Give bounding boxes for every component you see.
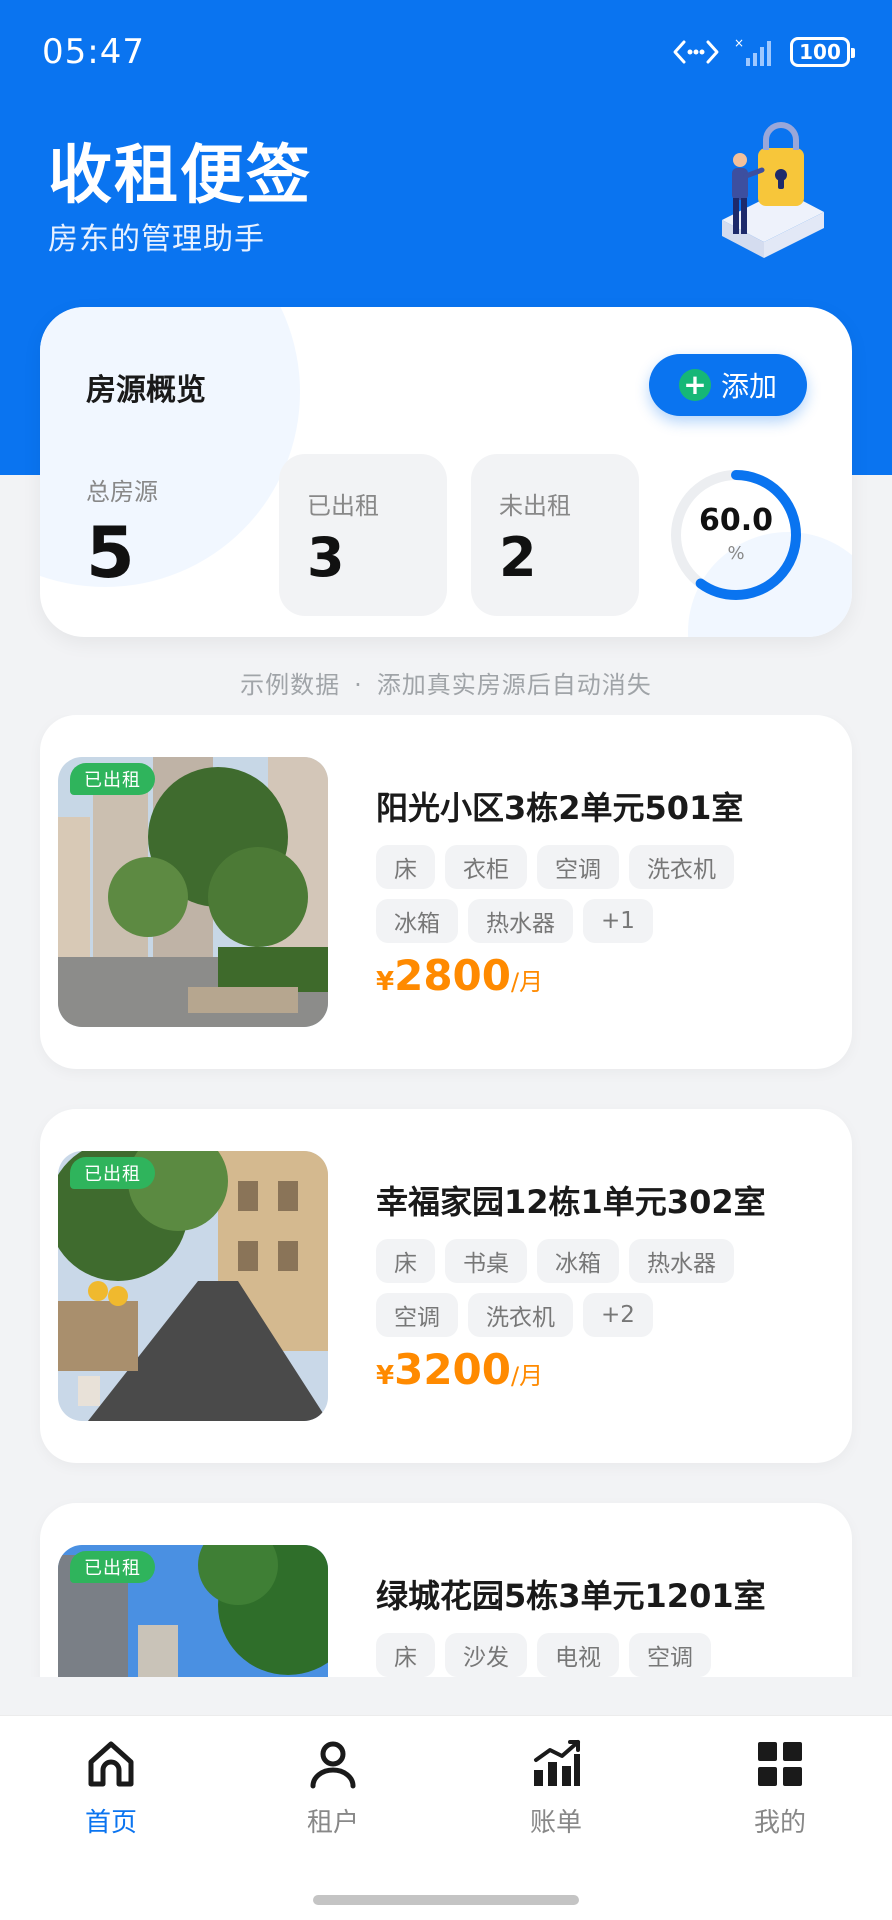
rented-status-badge: 已出租: [70, 763, 155, 795]
amenity-tag: 空调: [537, 845, 619, 889]
price-unit: /月: [511, 968, 544, 996]
tab-bills-label: 账单: [529, 1808, 582, 1838]
property-card[interactable]: 已出租 阳光小区3栋2单元501室 床 衣柜 空调 洗衣机 冰箱 热水器 +1 …: [40, 715, 852, 1069]
price-unit: /月: [511, 1362, 544, 1390]
bar-chart-icon: [534, 1740, 580, 1786]
total-properties-value: 5: [86, 512, 135, 594]
amenity-tag: 热水器: [629, 1239, 734, 1283]
tab-tenants[interactable]: 租户: [253, 1736, 413, 1856]
amenity-tag: 冰箱: [376, 899, 458, 943]
amenity-tag: 床: [376, 1633, 435, 1677]
amenity-tag: 床: [376, 845, 435, 889]
amenity-tag: 沙发: [445, 1633, 527, 1677]
battery-icon: 100: [790, 37, 855, 67]
rented-status-badge: 已出租: [70, 1157, 155, 1189]
tab-home[interactable]: 首页: [31, 1736, 191, 1856]
tab-bills[interactable]: 账单: [476, 1736, 636, 1856]
status-bar: 05:47 × 100: [0, 0, 892, 100]
grid-icon: [758, 1742, 802, 1786]
amenity-tag: 电视: [537, 1633, 619, 1677]
property-card[interactable]: 已出租 绿城花园5栋3单元1201室 床 沙发 电视 空调: [40, 1503, 852, 1677]
sample-note-left: 示例数据: [240, 671, 341, 699]
property-name: 绿城花园5栋3单元1201室: [376, 1577, 766, 1615]
person-icon: [310, 1741, 356, 1789]
amenity-tags: 床 沙发 电视 空调: [376, 1633, 816, 1677]
property-photo: [58, 1151, 328, 1421]
currency-symbol: ¥: [376, 967, 395, 997]
more-amenities-tag: +1: [583, 899, 653, 943]
amenity-tag: 洗衣机: [468, 1293, 573, 1337]
security-lock-illustration-icon: [722, 122, 824, 258]
property-list[interactable]: 已出租 阳光小区3栋2单元501室 床 衣柜 空调 洗衣机 冰箱 热水器 +1 …: [0, 715, 892, 1677]
decorative-circle: [40, 307, 300, 587]
more-amenities-tag: +2: [583, 1293, 653, 1337]
rented-label: 已出租: [307, 492, 379, 520]
rented-status-badge: 已出租: [70, 1551, 155, 1583]
vacant-stat-box[interactable]: 未出租 2: [471, 454, 639, 616]
tab-mine-label: 我的: [753, 1808, 806, 1838]
vacant-label: 未出租: [499, 492, 571, 520]
rented-stat-box[interactable]: 已出租 3: [279, 454, 447, 616]
add-button-label: 添加: [720, 370, 777, 403]
amenity-tag: 衣柜: [445, 845, 527, 889]
price-amount: 3200: [394, 1345, 511, 1394]
rent-price: ¥ 2800 /月: [376, 951, 543, 1000]
tab-home-label: 首页: [84, 1808, 137, 1838]
svg-text:×: ×: [734, 36, 744, 50]
data-transfer-icon: [673, 40, 719, 64]
plus-circle-icon: +: [678, 369, 711, 401]
occupancy-value: 60.0: [698, 503, 774, 538]
overview-card: 房源概览 + 添加 总房源 5 已出租 3 未出租 2 60.0 %: [40, 307, 852, 637]
home-icon: [88, 1741, 134, 1787]
property-name: 幸福家园12栋1单元302室: [376, 1183, 766, 1221]
app-subtitle: 房东的管理助手: [48, 222, 265, 257]
price-amount: 2800: [394, 951, 511, 1000]
vacant-value: 2: [499, 526, 537, 589]
property-name: 阳光小区3栋2单元501室: [376, 789, 744, 827]
amenity-tag: 空调: [629, 1633, 711, 1677]
amenity-tag: 热水器: [468, 899, 573, 943]
amenity-tag: 床: [376, 1239, 435, 1283]
amenity-tags: 床 书桌 冰箱 热水器 空调 洗衣机 +2: [376, 1239, 816, 1337]
bottom-tab-bar: 首页 租户 账单 我的: [0, 1715, 892, 1920]
amenity-tag: 冰箱: [537, 1239, 619, 1283]
property-card[interactable]: 已出租 幸福家园12栋1单元302室 床 书桌 冰箱 热水器 空调 洗衣机 +2…: [40, 1109, 852, 1463]
sample-note-right: 添加真实房源后自动消失: [376, 671, 652, 699]
overview-title: 房源概览: [86, 373, 206, 408]
add-property-button[interactable]: + 添加: [649, 354, 807, 416]
home-indicator[interactable]: [313, 1895, 579, 1905]
amenity-tag: 书桌: [445, 1239, 527, 1283]
tab-tenants-label: 租户: [306, 1808, 359, 1838]
amenity-tag: 空调: [376, 1293, 458, 1337]
app-title: 收租便签: [48, 139, 312, 213]
currency-symbol: ¥: [376, 1361, 395, 1391]
tab-mine[interactable]: 我的: [700, 1736, 860, 1856]
property-photo: [58, 757, 328, 1027]
total-properties-label: 总房源: [86, 478, 158, 506]
rent-price: ¥ 3200 /月: [376, 1345, 543, 1394]
sample-data-note: 示例数据 · 添加真实房源后自动消失: [0, 665, 892, 700]
occupancy-unit: %: [727, 543, 745, 564]
cellular-signal-icon: ×: [734, 36, 771, 66]
amenity-tags: 床 衣柜 空调 洗衣机 冰箱 热水器 +1: [376, 845, 816, 943]
status-time: 05:47: [42, 32, 145, 72]
amenity-tag: 洗衣机: [629, 845, 734, 889]
rented-value: 3: [307, 526, 345, 589]
status-icons: × 100: [672, 36, 855, 68]
sample-note-separator: ·: [354, 671, 363, 699]
